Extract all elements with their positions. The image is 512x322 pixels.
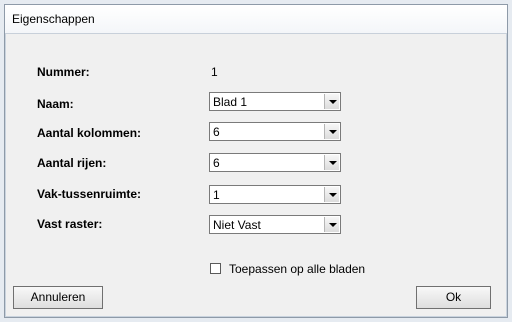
tussenruimte-label: Vak-tussenruimte: xyxy=(37,187,142,201)
chevron-down-icon xyxy=(329,161,337,165)
raster-dropdown[interactable]: Niet Vast xyxy=(209,215,341,234)
ok-button[interactable]: Ok xyxy=(416,286,491,309)
chevron-down-icon xyxy=(329,193,337,197)
title-bar: Eigenschappen xyxy=(5,5,507,34)
chevron-down-icon xyxy=(329,223,337,227)
raster-label: Vast raster: xyxy=(37,217,103,231)
apply-all-label[interactable]: Toepassen op alle bladen xyxy=(229,262,365,276)
nummer-label: Nummer: xyxy=(37,65,90,79)
tussenruimte-dropdown-arrow[interactable] xyxy=(324,187,339,202)
cancel-button[interactable]: Annuleren xyxy=(13,286,103,309)
kolommen-dropdown[interactable]: 6 xyxy=(209,122,341,141)
rijen-dropdown-value: 6 xyxy=(213,156,220,170)
chevron-down-icon xyxy=(329,100,337,104)
naam-label: Naam: xyxy=(37,97,74,111)
naam-dropdown-value: Blad 1 xyxy=(213,95,248,109)
raster-dropdown-arrow[interactable] xyxy=(324,217,339,232)
chevron-down-icon xyxy=(329,130,337,134)
tussenruimte-dropdown[interactable]: 1 xyxy=(209,185,341,204)
rijen-label: Aantal rijen: xyxy=(37,156,107,170)
rijen-dropdown[interactable]: 6 xyxy=(209,153,341,172)
properties-dialog: Eigenschappen Nummer: 1 Naam: Blad 1 Aan… xyxy=(4,4,508,318)
naam-dropdown-arrow[interactable] xyxy=(324,94,339,109)
nummer-value: 1 xyxy=(211,65,218,79)
naam-dropdown[interactable]: Blad 1 xyxy=(209,92,341,111)
kolommen-label: Aantal kolommen: xyxy=(37,126,142,140)
window-title: Eigenschappen xyxy=(12,12,95,26)
apply-all-checkbox[interactable] xyxy=(210,263,221,274)
kolommen-dropdown-value: 6 xyxy=(213,125,220,139)
rijen-dropdown-arrow[interactable] xyxy=(324,155,339,170)
raster-dropdown-value: Niet Vast xyxy=(213,218,261,232)
kolommen-dropdown-arrow[interactable] xyxy=(324,124,339,139)
tussenruimte-dropdown-value: 1 xyxy=(213,188,220,202)
